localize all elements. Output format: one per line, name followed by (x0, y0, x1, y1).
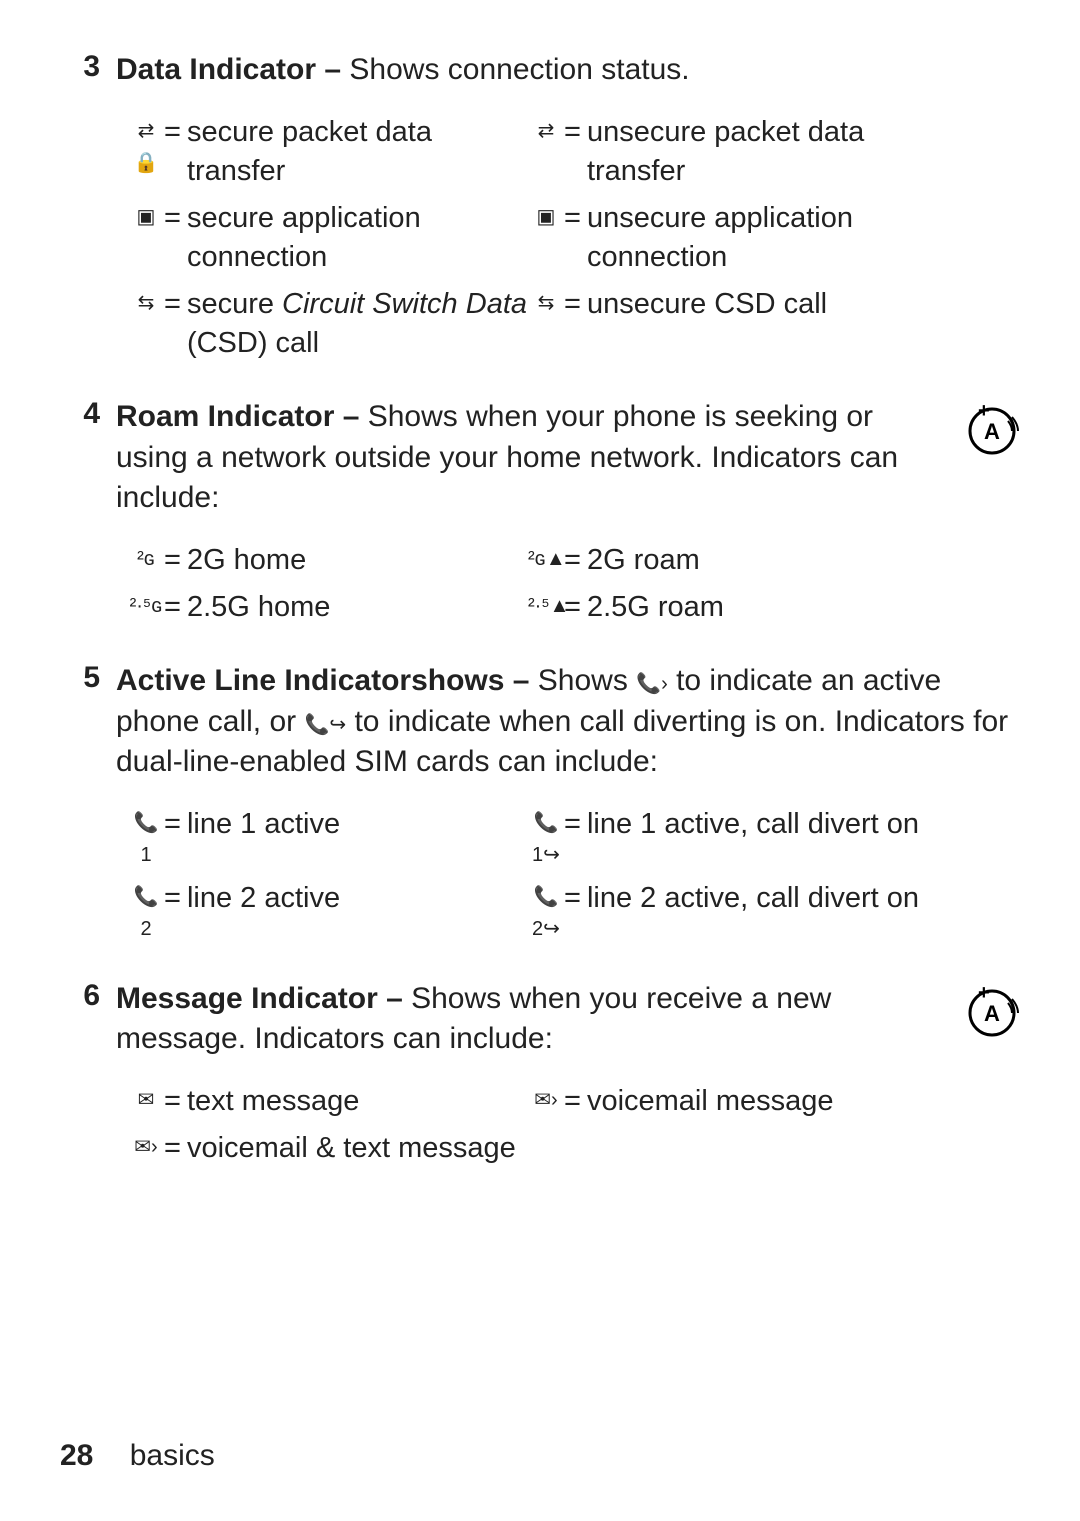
operator-badge-icon: A + (964, 983, 1020, 1039)
line1-active-icon: 📞1 (128, 805, 164, 871)
page-footer: 28 basics (60, 1439, 215, 1473)
cell-text: 2.5G roam (587, 588, 968, 627)
item-number: 6 (60, 979, 116, 1060)
list-item-4: 4 A + Roam Indicator – Shows when your p… (60, 397, 1020, 519)
svg-text:A: A (984, 419, 1000, 444)
table-row: ▣ = secure application connection ▣ = un… (128, 195, 1020, 281)
cell-text: text message (187, 1082, 528, 1121)
cell-text: unsecure CSD call (587, 285, 968, 363)
cell-text: line 2 active, call divert on (587, 879, 968, 945)
25g-roam-icon: ²·⁵▲ (528, 588, 564, 627)
cell-right: ⇄ = unsecure packet data transfer (528, 109, 968, 195)
table-row: ²ɢ = 2G home ²ɢ▲ = 2G roam (128, 537, 1020, 584)
data-indicator-table: ⇄🔒 = secure packet data transfer ⇄ = uns… (128, 109, 1020, 368)
cell-text: 2G home (187, 541, 528, 580)
cell-text: line 2 active (187, 879, 528, 945)
desc-pre: Shows (538, 664, 636, 697)
item-heading: Active Line Indicatorshows – (116, 664, 538, 697)
cell-text: 2G roam (587, 541, 968, 580)
voicemail-text-icon: ✉› (128, 1129, 164, 1168)
list-item-5: 5 Active Line Indicatorshows – Shows 📞› … (60, 661, 1020, 783)
cell-text: secure packet data transfer (187, 113, 528, 191)
item-body: Data Indicator – Shows connection status… (116, 50, 1020, 91)
secure-packet-icon: ⇄🔒 (128, 113, 164, 191)
item-body: A + Roam Indicator – Shows when your pho… (116, 397, 1020, 519)
cell-left: 📞1 = line 1 active (128, 801, 528, 875)
table-row: 📞1 = line 1 active 📞1↪ = line 1 active, … (128, 801, 1020, 875)
cell-text: unsecure packet data transfer (587, 113, 968, 191)
25g-home-icon: ²·⁵ɢ (128, 588, 164, 627)
cell-left: ⇄🔒 = secure packet data transfer (128, 109, 528, 195)
message-indicator-table: ✉ = text message ✉› = voicemail message … (128, 1078, 1020, 1172)
svg-text:+: + (978, 401, 990, 422)
unsecure-csd-icon: ⇆ (528, 285, 564, 363)
item-heading: Data Indicator – (116, 53, 349, 86)
cell-text: line 1 active (187, 805, 528, 871)
cell-text: voicemail & text message (187, 1129, 688, 1168)
secure-csd-icon: ⇆ (128, 285, 164, 363)
cell-left: 📞2 = line 2 active (128, 875, 528, 949)
operator-badge-icon: A + (964, 401, 1020, 457)
item-body: Active Line Indicatorshows – Shows 📞› to… (116, 661, 1020, 783)
table-row: ⇄🔒 = secure packet data transfer ⇄ = uns… (128, 109, 1020, 195)
cell-left: ✉› = voicemail & text message (128, 1125, 688, 1172)
cell-right: ✉› = voicemail message (528, 1078, 968, 1125)
call-divert-icon: 📞↪ (304, 714, 346, 736)
svg-text:+: + (978, 983, 990, 1004)
cell-left: ⇆ = secure Circuit Switch Data (CSD) cal… (128, 281, 528, 367)
cell-right: ²·⁵▲ = 2.5G roam (528, 584, 968, 631)
cell-left: ²·⁵ɢ = 2.5G home (128, 584, 528, 631)
list-item-3: 3 Data Indicator – Shows connection stat… (60, 50, 1020, 91)
unsecure-app-icon: ▣ (528, 199, 564, 277)
table-row: ²·⁵ɢ = 2.5G home ²·⁵▲ = 2.5G roam (128, 584, 1020, 631)
text-message-icon: ✉ (128, 1082, 164, 1121)
svg-text:A: A (984, 1001, 1000, 1026)
unsecure-packet-icon: ⇄ (528, 113, 564, 191)
line2-active-icon: 📞2 (128, 879, 164, 945)
cell-text: unsecure application connection (587, 199, 968, 277)
cell-text: line 1 active, call divert on (587, 805, 968, 871)
secure-app-icon: ▣ (128, 199, 164, 277)
roam-indicator-table: ²ɢ = 2G home ²ɢ▲ = 2G roam ²·⁵ɢ = 2.5G h… (128, 537, 1020, 631)
item-number: 3 (60, 50, 116, 91)
cell-text: 2.5G home (187, 588, 528, 627)
table-row: ✉› = voicemail & text message (128, 1125, 1020, 1172)
cell-right: ▣ = unsecure application connection (528, 195, 968, 281)
cell-text: secure application connection (187, 199, 528, 277)
line2-divert-icon: 📞2↪ (528, 879, 564, 945)
active-line-table: 📞1 = line 1 active 📞1↪ = line 1 active, … (128, 801, 1020, 949)
page-number: 28 (60, 1439, 93, 1472)
item-number: 5 (60, 661, 116, 783)
active-call-icon: 📞› (636, 673, 668, 695)
cell-text: secure Circuit Switch Data (CSD) call (187, 285, 528, 363)
2g-roam-icon: ²ɢ▲ (528, 541, 564, 580)
cell-right: ²ɢ▲ = 2G roam (528, 537, 968, 584)
cell-left: ▣ = secure application connection (128, 195, 528, 281)
section-name: basics (130, 1439, 215, 1472)
table-row: 📞2 = line 2 active 📞2↪ = line 2 active, … (128, 875, 1020, 949)
table-row: ✉ = text message ✉› = voicemail message (128, 1078, 1020, 1125)
cell-left: ²ɢ = 2G home (128, 537, 528, 584)
voicemail-icon: ✉› (528, 1082, 564, 1121)
2g-home-icon: ²ɢ (128, 541, 164, 580)
item-description: Shows connection status. (349, 53, 689, 86)
item-number: 4 (60, 397, 116, 519)
item-body: A + Message Indicator – Shows when you r… (116, 979, 1020, 1060)
cell-text: voicemail message (587, 1082, 968, 1121)
item-heading: Message Indicator – (116, 982, 411, 1015)
cell-right: ⇆ = unsecure CSD call (528, 281, 968, 367)
cell-right: 📞2↪ = line 2 active, call divert on (528, 875, 968, 949)
cell-right: 📞1↪ = line 1 active, call divert on (528, 801, 968, 875)
table-row: ⇆ = secure Circuit Switch Data (CSD) cal… (128, 281, 1020, 367)
line1-divert-icon: 📞1↪ (528, 805, 564, 871)
list-item-6: 6 A + Message Indicator – Shows when you… (60, 979, 1020, 1060)
item-heading: Roam Indicator – (116, 400, 368, 433)
cell-left: ✉ = text message (128, 1078, 528, 1125)
